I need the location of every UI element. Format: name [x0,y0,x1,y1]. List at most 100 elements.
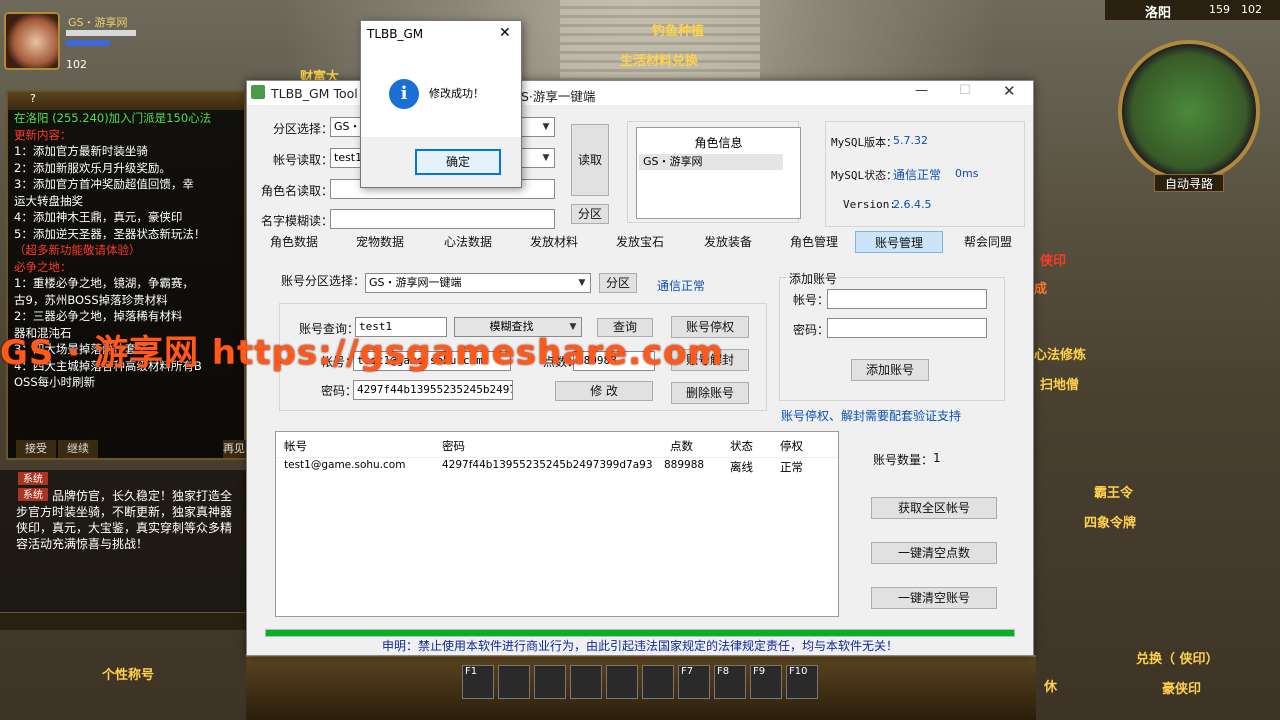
chat-line: 运大转盘抽奖 [14,193,83,208]
banner-materials: 生活材料兑换 [620,54,699,69]
modify-button[interactable]: 修 改 [555,381,653,401]
row-account: test1@game.sohu.com [284,459,406,471]
skill-slot[interactable] [570,665,602,699]
clear-points-button[interactable]: 一键清空点数 [871,542,997,564]
dialog-footer: 确定 [361,137,521,187]
skill-slot[interactable]: F10 [786,665,818,699]
npc-label: 四象令牌 [1084,516,1137,531]
row-password: 4297f44b13955235245b2497399d7a93 [442,459,653,471]
add-password-input[interactable] [827,318,987,338]
grid-header-ban[interactable]: 停权 [780,438,803,454]
location-bar: 洛阳 159 102 [1105,0,1280,21]
system-chat: 系统 系统 品牌仿官，长久稳定！独家打造全 步官方时装坐骑，不断更新，独家真神器… [0,470,246,620]
read-button[interactable]: 读取 [571,124,609,196]
tab-role-data[interactable]: 角色数据 [261,231,327,253]
add-account-input[interactable] [827,289,987,309]
get-all-accounts-button[interactable]: 获取全区帐号 [871,497,997,519]
tab-role-manage[interactable]: 角色管理 [781,231,847,253]
acct-zone-status: 通信正常 [657,279,706,293]
version-value: 2.6.4.5 [893,198,932,211]
hp-bar [66,30,136,36]
password-input[interactable]: 4297f44b13955235245b249739 [353,380,513,400]
player-avatar[interactable] [4,12,60,70]
zone-button[interactable]: 分区 [571,204,609,224]
row-ban: 正常 [780,460,803,474]
skill-slot[interactable]: F8 [714,665,746,699]
dialog-title: TLBB_GM [367,27,424,41]
add-password-label: 密码： [793,323,830,337]
chat-line: 2：添加新服欢乐月升级奖励。 [14,160,171,175]
tab-equipment[interactable]: 发放装备 [695,231,761,253]
progress-bar [265,629,1015,637]
acct-zone-select[interactable]: GS・游享网一键端 ▼ [365,273,591,293]
skill-slot[interactable]: F1 [462,665,494,699]
acct-zone-label: 账号分区选择： [281,274,366,288]
quest-chat-panel: ? 在洛阳 (255.240)加入门派是150心法 更新内容： 1：添加官方最新时装… [6,90,247,460]
tab-skill-data[interactable]: 心法数据 [435,231,501,253]
banner-fishing: 钓鱼种植 [652,24,705,39]
npc-label: 休 [1044,680,1058,695]
chat-line: 3：添加官方首冲奖励超值回馈，幸 [14,177,194,191]
skill-slot[interactable] [534,665,566,699]
mysql-status-value: 通信正常 [893,168,942,182]
add-account-label: 帐号： [793,293,830,307]
fuzzy-name-input[interactable] [330,209,555,229]
account-grid[interactable]: 帐号 密码 点数 状态 停权 test1@game.sohu.com 4297f… [275,431,839,617]
minimize-icon[interactable]: — [915,83,928,98]
role-info-item[interactable]: GS・游享网 [639,154,783,170]
tab-guild[interactable]: 帮会同盟 [955,231,1021,253]
clear-accounts-button[interactable]: 一键清空账号 [871,587,997,609]
chat-line: 4：添加神木王鼎，真元，豪侠印 [14,210,183,224]
info-icon: i [389,79,419,109]
acct-zone-button[interactable]: 分区 [599,273,637,293]
minimap[interactable] [1118,40,1260,182]
chevron-down-icon: ▼ [542,153,550,163]
npc-label: 兑换（ 侠印） [1136,652,1219,667]
chat-toolbar[interactable] [0,612,246,630]
skill-bar: F1 F7 F8 F9 F10 [246,655,1036,720]
grid-header-points[interactable]: 点数 [670,438,693,454]
account-read-label: 帐号读取： [273,153,334,167]
chat-line: 2：三器必争之地，掉落稀有材料 [14,309,183,323]
player-name: GS・游享网 [68,16,128,29]
npc-label: 心法修炼 [1034,348,1087,363]
grid-header-password[interactable]: 密码 [442,438,465,454]
tab-gems[interactable]: 发放宝石 [607,231,673,253]
maximize-icon[interactable]: ☐ [959,83,971,98]
close-icon[interactable]: ✕ [499,25,511,41]
table-row[interactable]: test1@game.sohu.com 4297f44b13955235245b… [276,458,836,474]
tab-account-manage[interactable]: 账号管理 [855,231,943,253]
ban-note: 账号停权、解封需要配套验证支持 [781,409,962,423]
skill-slot[interactable] [498,665,530,699]
chat-line: 5：添加逆天圣器，圣器状态新玩法！ [14,226,206,241]
chat-goodbye-button[interactable]: 再见 [223,440,247,458]
skill-slot[interactable] [642,665,674,699]
role-info-header: 角色信息 [694,136,743,150]
chat-accept-button[interactable]: 接受 [16,440,56,458]
auto-path-button[interactable]: 自动寻路 [1154,174,1224,192]
grid-header-status[interactable]: 状态 [730,438,753,454]
close-icon[interactable]: ✕ [1003,82,1016,100]
success-dialog: TLBB_GM ✕ i 修改成功！ 确定 [360,20,522,188]
chat-panel-header[interactable]: ? [8,92,244,110]
chat-line: 古9，苏州BOSS掉落珍贵材料 [14,292,168,307]
chat-line: 更新内容： [14,127,72,142]
progress-fill [266,630,1014,636]
role-info-list[interactable]: 角色信息 GS・游享网 [636,127,801,219]
tab-pet-data[interactable]: 宠物数据 [347,231,413,253]
tab-materials[interactable]: 发放材料 [521,231,587,253]
chat-continue-button[interactable]: 继续 [58,440,98,458]
skill-slot[interactable] [606,665,638,699]
app-icon [251,85,265,99]
skill-slot[interactable]: F7 [678,665,710,699]
grid-header-account[interactable]: 帐号 [284,438,307,454]
add-account-button[interactable]: 添加账号 [851,359,929,381]
account-count-value: 1 [933,451,941,465]
skill-slot[interactable]: F9 [750,665,782,699]
row-status: 离线 [730,460,753,474]
zone-label: 分区选择： [273,122,334,136]
delete-account-button[interactable]: 删除账号 [671,382,749,404]
chevron-down-icon: ▼ [542,122,550,132]
mp-bar [66,40,110,46]
ok-button[interactable]: 确定 [415,149,501,175]
